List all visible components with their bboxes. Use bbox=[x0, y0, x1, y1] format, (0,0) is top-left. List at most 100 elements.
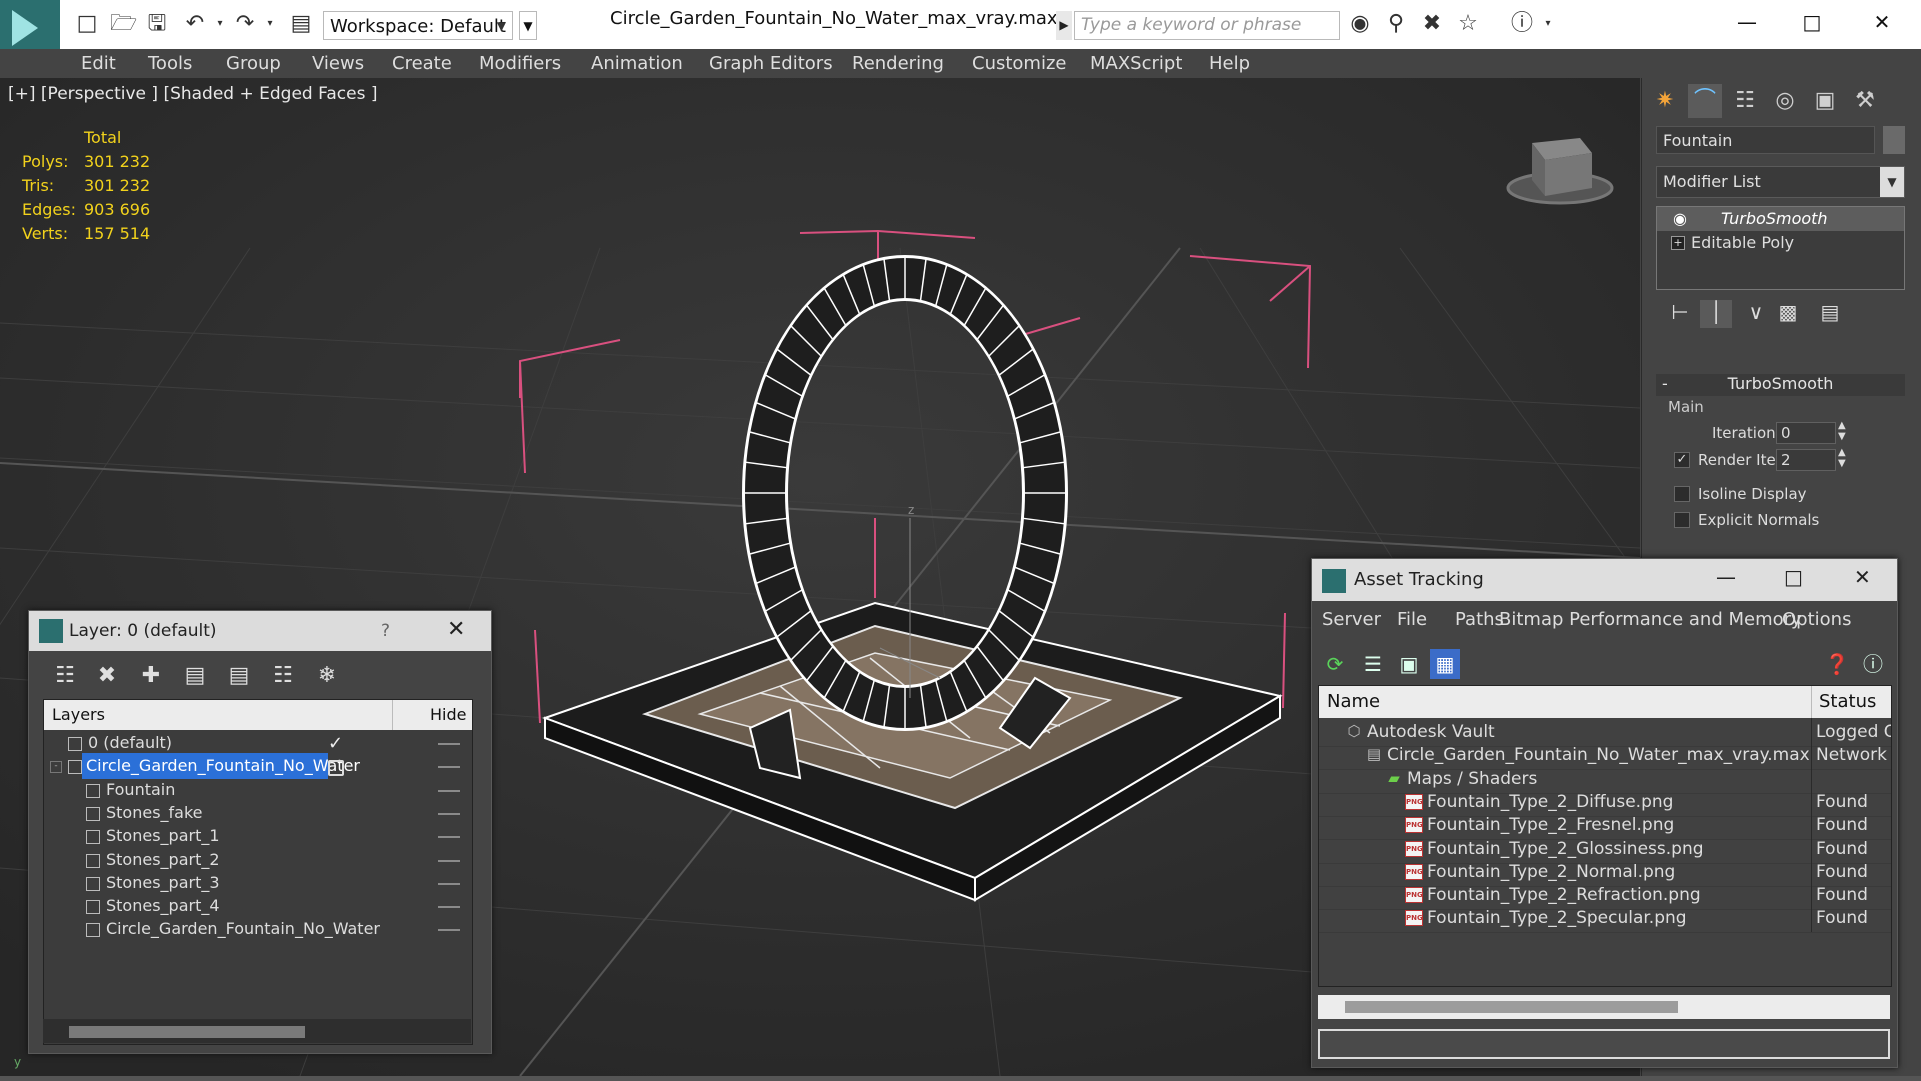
thumbnail-view-icon[interactable]: ▣ bbox=[1394, 649, 1424, 679]
scrollbar-thumb[interactable] bbox=[1345, 1001, 1678, 1013]
maximize-button[interactable]: □ bbox=[1792, 6, 1832, 38]
asset-horizontal-scrollbar[interactable] bbox=[1318, 995, 1890, 1019]
table-view-icon[interactable]: ▦ bbox=[1430, 649, 1460, 679]
layer-dialog-titlebar[interactable]: Layer: 0 (default) ? ✕ bbox=[29, 611, 491, 651]
close-icon[interactable]: ✕ bbox=[1854, 565, 1871, 589]
hide-toggle[interactable] bbox=[438, 766, 460, 769]
make-unique-icon[interactable]: ∨ bbox=[1740, 300, 1772, 328]
hide-toggle[interactable] bbox=[438, 929, 460, 932]
column-status[interactable]: Status bbox=[1819, 691, 1876, 712]
redo-dropdown-icon[interactable]: ▾ bbox=[258, 12, 282, 36]
undo-icon[interactable]: ↶ bbox=[183, 12, 207, 36]
favorites-star-icon[interactable]: ☆ bbox=[1456, 12, 1480, 36]
highlight-layer-icon[interactable]: ▤ bbox=[223, 663, 255, 691]
asset-menu-server[interactable]: Server bbox=[1322, 609, 1381, 630]
freeze-all-layers-icon[interactable]: ❄ bbox=[311, 663, 343, 691]
help-button[interactable]: ? bbox=[381, 621, 390, 641]
hide-toggle[interactable] bbox=[438, 882, 460, 885]
menu-rendering[interactable]: Rendering bbox=[852, 53, 944, 74]
minimize-button[interactable]: — bbox=[1716, 565, 1736, 589]
asset-dialog-titlebar[interactable]: Asset Tracking — □ ✕ bbox=[1312, 559, 1897, 601]
expand-plus-icon[interactable]: + bbox=[1671, 236, 1685, 250]
hide-toggle[interactable] bbox=[438, 836, 460, 839]
workspace-selector[interactable]: Workspace: Default ▼ bbox=[323, 11, 513, 40]
hide-toggle[interactable] bbox=[438, 859, 460, 862]
help-query-icon[interactable]: ❓ bbox=[1822, 649, 1852, 679]
redo-icon[interactable]: ↷ bbox=[233, 12, 257, 36]
hide-all-layers-icon[interactable]: ☷ bbox=[267, 663, 299, 691]
close-window-button[interactable]: ✕ bbox=[1862, 6, 1902, 38]
menu-help[interactable]: Help bbox=[1209, 53, 1250, 74]
help-icon[interactable]: ⓘ bbox=[1510, 12, 1534, 36]
spinner-arrows-icon[interactable]: ▲ ▼ bbox=[1838, 420, 1846, 442]
hierarchy-tab-icon[interactable]: ☷ bbox=[1728, 84, 1762, 118]
menu-modifiers[interactable]: Modifiers bbox=[479, 53, 561, 74]
menu-tools[interactable]: Tools bbox=[148, 53, 192, 74]
create-tab-icon[interactable]: ✷ bbox=[1648, 84, 1682, 118]
motion-tab-icon[interactable]: ◎ bbox=[1768, 84, 1802, 118]
menu-graph-editors[interactable]: Graph Editors bbox=[709, 53, 833, 74]
menu-group[interactable]: Group bbox=[226, 53, 281, 74]
hide-toggle[interactable] bbox=[438, 906, 460, 909]
object-color-swatch[interactable] bbox=[1883, 126, 1905, 154]
help-icon[interactable]: ⓘ bbox=[1858, 649, 1888, 679]
scrollbar-thumb[interactable] bbox=[69, 1026, 305, 1038]
select-objects-icon[interactable]: ▤ bbox=[179, 663, 211, 691]
help-dropdown-icon[interactable]: ▾ bbox=[1536, 12, 1560, 36]
hide-toggle[interactable] bbox=[438, 743, 460, 745]
open-file-icon[interactable]: 🗁 bbox=[110, 12, 137, 36]
explicit-normals-checkbox[interactable] bbox=[1674, 512, 1690, 528]
modifier-list-dropdown[interactable]: Modifier List ▼ bbox=[1656, 166, 1905, 198]
search-expand-button[interactable]: ▶ bbox=[1056, 11, 1072, 40]
column-hide[interactable]: Hide bbox=[430, 705, 466, 724]
workspace-menu-button[interactable]: ▼ bbox=[519, 11, 537, 40]
collapse-toggle-icon[interactable]: - bbox=[50, 761, 62, 774]
stack-item-turbosmooth[interactable]: ◉ TurboSmooth bbox=[1657, 207, 1904, 231]
iterations-spinner[interactable]: 0 bbox=[1776, 422, 1836, 444]
asset-menu-file[interactable]: File bbox=[1397, 609, 1427, 630]
menu-customize[interactable]: Customize bbox=[972, 53, 1066, 74]
new-file-icon[interactable]: □ bbox=[75, 12, 99, 36]
menu-maxscript[interactable]: MAXScript bbox=[1090, 53, 1182, 74]
viewport-label[interactable]: [+] [Perspective ] [Shaded + Edged Faces… bbox=[8, 84, 377, 104]
hide-toggle[interactable] bbox=[438, 812, 460, 815]
spinner-arrows-icon[interactable]: ▲ ▼ bbox=[1838, 447, 1846, 469]
show-end-result-icon[interactable]: │ bbox=[1700, 300, 1732, 328]
turbosmooth-rollout-header[interactable]: - TurboSmooth bbox=[1656, 374, 1905, 396]
add-to-layer-icon[interactable]: ✚ bbox=[135, 663, 167, 691]
binoculars-icon[interactable]: ◉ bbox=[1348, 12, 1372, 36]
minimize-button[interactable]: — bbox=[1727, 6, 1767, 38]
menu-create[interactable]: Create bbox=[392, 53, 452, 74]
column-layers[interactable]: Layers bbox=[52, 705, 105, 724]
asset-menu-bitmap-performance[interactable]: Bitmap Performance and Memory bbox=[1499, 609, 1802, 630]
utilities-tab-icon[interactable]: ⚒ bbox=[1848, 84, 1882, 118]
render-iters-checkbox[interactable]: ✓ bbox=[1674, 452, 1690, 468]
set-current-layer-icon[interactable] bbox=[328, 760, 344, 777]
menu-edit[interactable]: Edit bbox=[81, 53, 116, 74]
search-input[interactable]: Type a keyword or phrase bbox=[1074, 11, 1340, 40]
display-tab-icon[interactable]: ▣ bbox=[1808, 84, 1842, 118]
close-icon[interactable]: ✕ bbox=[447, 617, 465, 642]
asset-path-input[interactable] bbox=[1318, 1029, 1890, 1059]
key-icon[interactable]: ⚲ bbox=[1384, 12, 1408, 36]
render-iters-spinner[interactable]: 2 bbox=[1776, 449, 1836, 471]
asset-menu-options[interactable]: Options bbox=[1782, 609, 1851, 630]
layer-horizontal-scrollbar[interactable] bbox=[43, 1019, 471, 1043]
communication-center-icon[interactable]: ✖ bbox=[1420, 12, 1444, 36]
lightbulb-icon[interactable]: ◉ bbox=[1673, 207, 1687, 231]
undo-dropdown-icon[interactable]: ▾ bbox=[208, 12, 232, 36]
menu-views[interactable]: Views bbox=[312, 53, 364, 74]
maximize-button[interactable]: □ bbox=[1784, 565, 1803, 589]
save-icon[interactable]: 🖫 bbox=[145, 12, 169, 36]
stack-item-editable-poly[interactable]: + Editable Poly bbox=[1657, 231, 1904, 255]
remove-modifier-icon[interactable]: ▩ bbox=[1772, 300, 1804, 328]
refresh-icon[interactable]: ⟳ bbox=[1320, 649, 1350, 679]
isoline-display-checkbox[interactable] bbox=[1674, 486, 1690, 502]
list-view-icon[interactable]: ☰ bbox=[1358, 649, 1388, 679]
asset-menu-paths[interactable]: Paths bbox=[1455, 609, 1504, 630]
pin-stack-icon[interactable]: ⊢ bbox=[1664, 300, 1696, 328]
delete-layer-icon[interactable]: ✖ bbox=[91, 663, 123, 691]
layer-row[interactable]: Circle_Garden_Fountain_No_Water bbox=[44, 916, 472, 944]
project-folder-icon[interactable]: ▤ bbox=[289, 12, 313, 36]
configure-sets-icon[interactable]: ▤ bbox=[1814, 300, 1846, 328]
